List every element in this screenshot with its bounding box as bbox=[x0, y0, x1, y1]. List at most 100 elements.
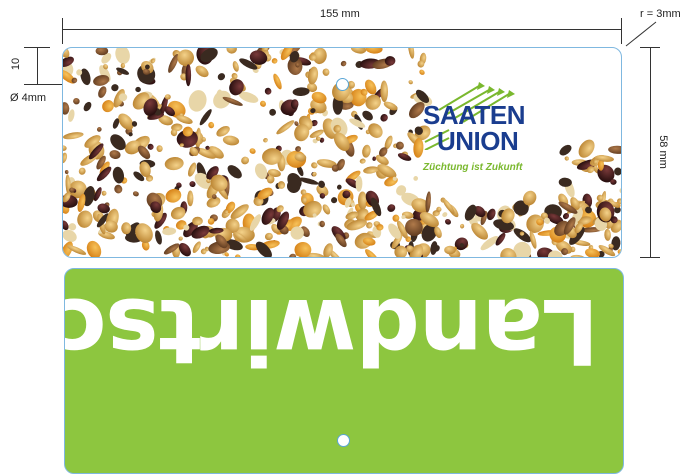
seed-grain bbox=[276, 120, 295, 135]
seed-grain bbox=[132, 191, 139, 197]
seed-grain bbox=[584, 248, 601, 257]
hole-offset-label: 10 bbox=[10, 57, 23, 71]
seed-grain bbox=[234, 254, 241, 257]
logo-line2: UNION bbox=[437, 126, 519, 156]
tag-front: SAATEN UNION Züchtung ist Zukunft bbox=[62, 47, 622, 258]
seed-grain bbox=[564, 156, 569, 161]
seed-grain bbox=[570, 254, 587, 257]
seed-grain bbox=[365, 48, 383, 54]
seed-grain bbox=[264, 232, 273, 241]
seed-grain bbox=[271, 58, 278, 64]
seed-grain bbox=[362, 144, 371, 158]
seed-grain bbox=[619, 187, 621, 194]
seed-grain bbox=[430, 241, 438, 255]
seed-grain bbox=[559, 144, 572, 156]
seed-grain bbox=[249, 148, 256, 154]
seed-grain bbox=[208, 121, 215, 129]
seed-grain bbox=[331, 197, 338, 204]
seed-grain bbox=[387, 204, 396, 212]
seed-grain bbox=[312, 171, 317, 177]
seed-grain bbox=[63, 152, 68, 164]
seed-grain bbox=[63, 145, 67, 151]
radius-leader bbox=[625, 21, 657, 47]
hole-diameter-label: Ø 4mm bbox=[10, 92, 47, 104]
seed-grain bbox=[340, 60, 347, 67]
seed-grain bbox=[263, 137, 268, 143]
seed-grain bbox=[322, 204, 331, 215]
seed-grain bbox=[165, 188, 182, 203]
seed-grain bbox=[109, 150, 121, 160]
seed-grain bbox=[362, 110, 373, 121]
width-label: 155 mm bbox=[320, 8, 360, 20]
seed-grain bbox=[417, 60, 425, 68]
seed-grain bbox=[86, 240, 102, 257]
seed-grain bbox=[372, 156, 377, 161]
seed-grain bbox=[380, 114, 388, 122]
seed-grain bbox=[192, 241, 201, 254]
seed-grain bbox=[101, 190, 107, 196]
seed-grain bbox=[359, 158, 366, 164]
seed-grain bbox=[155, 230, 162, 245]
seed-grain bbox=[83, 101, 92, 112]
seed-grain bbox=[395, 141, 404, 150]
seed-grain bbox=[217, 73, 226, 81]
seed-grain bbox=[614, 167, 621, 176]
seed-grain bbox=[156, 145, 163, 152]
seed-grain bbox=[322, 68, 330, 76]
hanging-hole bbox=[336, 78, 349, 91]
seed-grain bbox=[336, 184, 342, 190]
seed-grain bbox=[64, 170, 69, 174]
seed-grain bbox=[226, 48, 237, 54]
logo-line1: SAATEN bbox=[423, 100, 525, 130]
seed-grain bbox=[98, 86, 107, 98]
seed-grain bbox=[442, 212, 448, 218]
seed-grain bbox=[608, 145, 621, 154]
seed-grain bbox=[365, 249, 380, 257]
seed-grain bbox=[178, 236, 183, 241]
seed-grain bbox=[459, 223, 465, 229]
seed-grain bbox=[185, 64, 192, 87]
back-word: Landwirtschaft bbox=[64, 278, 599, 383]
seed-grain bbox=[413, 176, 419, 181]
seed-grain bbox=[73, 97, 80, 105]
seed-grain bbox=[164, 157, 184, 171]
seed-grain bbox=[350, 48, 367, 54]
tag-back: Landwirtschaft bbox=[64, 268, 624, 474]
seed-grain bbox=[232, 61, 239, 72]
seed-grain bbox=[408, 80, 413, 85]
seed-grain bbox=[102, 100, 114, 113]
seed-grain bbox=[114, 184, 123, 194]
seed-grain bbox=[77, 210, 93, 228]
seed-grain bbox=[189, 181, 196, 188]
width-dimension: 155 mm bbox=[62, 8, 622, 44]
seed-grain bbox=[292, 87, 310, 97]
seed-grain bbox=[442, 198, 455, 214]
hole-offset-dimension bbox=[24, 47, 54, 85]
seed-grain bbox=[273, 73, 282, 90]
seed-grain bbox=[135, 86, 141, 93]
seed-grain bbox=[269, 108, 277, 116]
seed-grain bbox=[444, 245, 456, 255]
seed-grain bbox=[187, 190, 194, 207]
seed-grain bbox=[260, 100, 266, 107]
saaten-union-logo: SAATEN UNION Züchtung ist Zukunft bbox=[419, 80, 549, 180]
seed-grain bbox=[188, 90, 207, 112]
seed-grain bbox=[408, 48, 415, 59]
seed-grain bbox=[195, 65, 209, 78]
seed-grain bbox=[610, 179, 617, 185]
seed-grain bbox=[419, 69, 425, 75]
seed-grain bbox=[307, 66, 319, 85]
seed-grain bbox=[264, 87, 272, 95]
seed-grain bbox=[78, 167, 86, 175]
seed-grain bbox=[380, 80, 389, 103]
seed-grain bbox=[111, 84, 119, 92]
radius-label: r = 3mm bbox=[640, 8, 681, 20]
back-hanging-hole bbox=[337, 434, 350, 447]
seed-grain bbox=[63, 102, 70, 115]
seed-grain bbox=[241, 156, 250, 165]
logo-tagline: Züchtung ist Zukunft bbox=[423, 162, 523, 173]
seed-grain bbox=[222, 135, 240, 146]
height-label: 58 mm bbox=[656, 135, 669, 169]
seed-grain bbox=[604, 228, 611, 241]
seed-grain bbox=[63, 132, 84, 140]
